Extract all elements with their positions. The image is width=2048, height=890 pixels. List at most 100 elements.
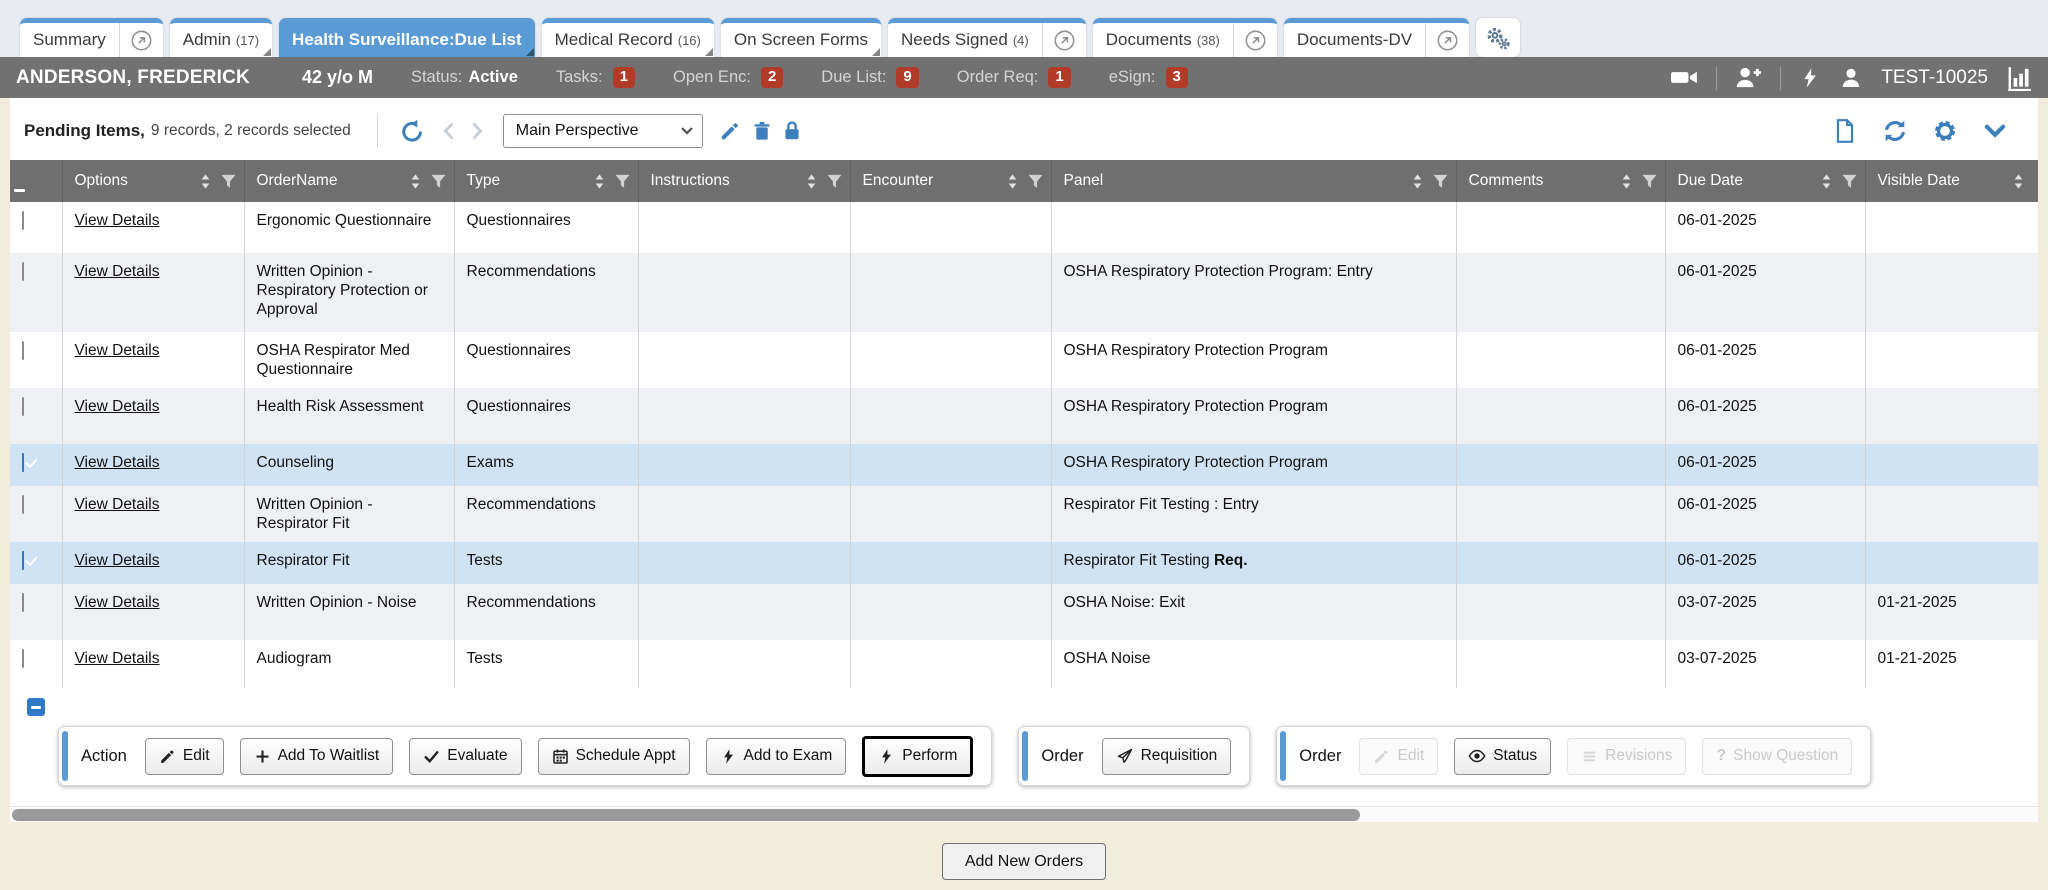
- tab-needs-signed[interactable]: Needs Signed(4): [888, 18, 1086, 57]
- pencil-icon[interactable]: [719, 120, 741, 142]
- row-checkbox[interactable]: [22, 649, 24, 668]
- row-checkbox[interactable]: [22, 495, 24, 514]
- collapse-selection-button[interactable]: [27, 698, 45, 716]
- external-link-icon[interactable]: [1042, 23, 1086, 57]
- tab-documents[interactable]: Documents(38): [1093, 18, 1277, 57]
- order-req-counter[interactable]: Order Req: 1: [957, 67, 1071, 88]
- cell-encounter: [850, 388, 1051, 444]
- external-link-icon[interactable]: [119, 23, 163, 57]
- order-edit-button[interactable]: Edit: [1359, 738, 1438, 775]
- view-details-link[interactable]: View Details: [75, 594, 160, 611]
- tab-health-surveillance-due-list[interactable]: Health Surveillance:Due List: [279, 18, 535, 57]
- col-panel: Panel: [1051, 160, 1456, 202]
- sort-icon[interactable]: [2009, 172, 2028, 191]
- esign-counter[interactable]: eSign: 3: [1109, 67, 1188, 88]
- grid-toolbar: Pending Items, 9 records, 2 records sele…: [10, 98, 2038, 160]
- esign-badge[interactable]: 3: [1166, 67, 1188, 88]
- sort-icon[interactable]: [802, 172, 821, 191]
- add-to-waitlist-button[interactable]: Add To Waitlist: [240, 738, 394, 775]
- scrollbar-thumb[interactable]: [12, 809, 1360, 821]
- cell-visible-date: [1865, 486, 2038, 542]
- chevron-left-icon[interactable]: [437, 119, 461, 143]
- tasks-counter[interactable]: Tasks: 1: [556, 67, 635, 88]
- filter-funnel-icon[interactable]: [219, 172, 238, 191]
- trash-icon[interactable]: [751, 120, 773, 142]
- tab-medical-record[interactable]: Medical Record(16): [542, 18, 714, 57]
- cell-type: Questionnaires: [454, 388, 638, 444]
- view-details-link[interactable]: View Details: [75, 454, 160, 471]
- view-details-link[interactable]: View Details: [75, 398, 160, 415]
- add-to-exam-button[interactable]: Add to Exam: [706, 738, 847, 775]
- bolt-icon[interactable]: [1799, 67, 1821, 89]
- view-details-link[interactable]: View Details: [75, 212, 160, 229]
- requisition-button[interactable]: Requisition: [1102, 738, 1232, 775]
- video-camera-icon[interactable]: [1671, 64, 1698, 91]
- tasks-badge[interactable]: 1: [613, 67, 635, 88]
- perform-button[interactable]: Perform: [862, 736, 973, 777]
- tab-admin[interactable]: Admin(17): [170, 18, 272, 57]
- view-details-link[interactable]: View Details: [75, 552, 160, 569]
- filter-funnel-icon[interactable]: [429, 172, 448, 191]
- filter-funnel-icon[interactable]: [1840, 172, 1859, 191]
- evaluate-button[interactable]: Evaluate: [409, 738, 521, 775]
- view-details-link[interactable]: View Details: [75, 650, 160, 667]
- order-req-badge[interactable]: 1: [1048, 67, 1070, 88]
- gear-icon[interactable]: [1932, 118, 1958, 144]
- due-list-badge[interactable]: 9: [896, 67, 918, 88]
- refresh-icon[interactable]: [1882, 118, 1908, 144]
- chevron-right-icon[interactable]: [465, 119, 489, 143]
- filter-funnel-icon[interactable]: [1026, 172, 1045, 191]
- schedule-appt-button[interactable]: Schedule Appt: [538, 738, 690, 775]
- filter-funnel-icon[interactable]: [1431, 172, 1450, 191]
- tab-documents-dv[interactable]: Documents-DV: [1284, 18, 1469, 57]
- view-details-link[interactable]: View Details: [75, 263, 160, 280]
- lock-icon[interactable]: [781, 120, 803, 142]
- chevron-down-icon: [680, 124, 694, 138]
- chevron-down-icon[interactable]: [1982, 118, 2008, 144]
- edit-button[interactable]: Edit: [145, 738, 224, 775]
- bar-chart-icon[interactable]: [2006, 65, 2032, 91]
- row-checkbox[interactable]: [22, 453, 24, 472]
- show-question-button[interactable]: ?Show Question: [1702, 738, 1852, 775]
- undo-icon[interactable]: [400, 119, 425, 144]
- sort-icon[interactable]: [1817, 172, 1836, 191]
- row-checkbox[interactable]: [22, 341, 24, 360]
- external-link-icon[interactable]: [1233, 23, 1277, 57]
- cell-due-date: 06-01-2025: [1665, 388, 1865, 444]
- send-icon: [1116, 747, 1134, 765]
- tab-label: Documents-DV: [1284, 23, 1425, 57]
- sort-icon[interactable]: [196, 172, 215, 191]
- patient-status: Status: Active: [411, 68, 518, 87]
- sort-icon[interactable]: [406, 172, 425, 191]
- perspective-select[interactable]: Main Perspective: [503, 114, 703, 148]
- sort-icon[interactable]: [590, 172, 609, 191]
- tab-summary[interactable]: Summary: [20, 18, 163, 57]
- sort-icon[interactable]: [1408, 172, 1427, 191]
- tab-on-screen-forms[interactable]: On Screen Forms: [721, 18, 881, 57]
- sort-icon[interactable]: [1003, 172, 1022, 191]
- view-details-link[interactable]: View Details: [75, 496, 160, 513]
- person-add-icon[interactable]: [1735, 64, 1762, 91]
- row-checkbox[interactable]: [22, 397, 24, 416]
- new-document-icon[interactable]: [1832, 118, 1858, 144]
- row-checkbox[interactable]: [22, 593, 24, 612]
- sort-icon[interactable]: [1617, 172, 1636, 191]
- row-checkbox[interactable]: [22, 262, 24, 281]
- view-details-link[interactable]: View Details: [75, 342, 160, 359]
- filter-funnel-icon[interactable]: [1640, 172, 1659, 191]
- row-checkbox[interactable]: [22, 211, 24, 230]
- row-checkbox[interactable]: [22, 551, 24, 570]
- filter-funnel-icon[interactable]: [825, 172, 844, 191]
- open-enc-counter[interactable]: Open Enc: 2: [673, 67, 783, 88]
- add-new-orders-button[interactable]: Add New Orders: [942, 843, 1106, 880]
- external-link-icon[interactable]: [1425, 23, 1469, 57]
- filter-funnel-icon[interactable]: [613, 172, 632, 191]
- select-all-header: [10, 160, 62, 202]
- open-enc-badge[interactable]: 2: [761, 67, 783, 88]
- revisions-button[interactable]: Revisions: [1567, 738, 1686, 775]
- person-icon[interactable]: [1839, 66, 1863, 90]
- due-list-counter[interactable]: Due List: 9: [821, 67, 918, 88]
- status-button[interactable]: Status: [1454, 738, 1551, 775]
- tab-settings-button[interactable]: [1476, 18, 1520, 57]
- horizontal-scrollbar[interactable]: [10, 806, 2038, 822]
